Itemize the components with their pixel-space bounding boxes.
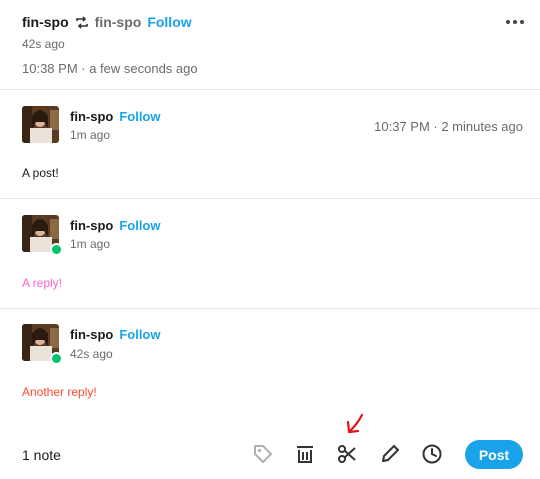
- avatar[interactable]: [22, 215, 63, 256]
- reblog-icon: [75, 15, 89, 29]
- trail-timestamp: 10:37 PM · 2 minutes ago: [374, 119, 523, 134]
- trail-text: Another reply!: [22, 385, 97, 399]
- annotation-arrow: [346, 413, 364, 434]
- trail-author-name[interactable]: fin-spo: [70, 109, 113, 124]
- trail-age: 1m ago: [70, 237, 111, 251]
- trail-author-line: fin-spo Follow: [70, 327, 161, 342]
- divider: [0, 308, 540, 309]
- post-toolbar: [0, 440, 540, 470]
- trail-age: 42s ago: [70, 347, 113, 361]
- post-card: fin-spo fin-spo Follow 42s ago 10:38 PM …: [0, 0, 540, 479]
- follow-button[interactable]: Follow: [119, 109, 160, 124]
- divider: [0, 89, 540, 90]
- reblogged-from-name[interactable]: fin-spo: [95, 14, 142, 30]
- trail-author-line: fin-spo Follow: [70, 218, 161, 233]
- follow-button[interactable]: Follow: [147, 14, 191, 30]
- delete-icon[interactable]: [291, 440, 319, 468]
- trail-author-line: fin-spo Follow: [70, 109, 161, 124]
- trail-text: A post!: [22, 166, 59, 180]
- tag-icon[interactable]: [249, 440, 277, 468]
- avatar[interactable]: [22, 106, 59, 143]
- trail-age: 1m ago: [70, 128, 111, 142]
- avatar[interactable]: [22, 324, 63, 365]
- reblog-badge-icon: [50, 243, 63, 256]
- scissors-icon[interactable]: [333, 440, 361, 468]
- post-header: fin-spo fin-spo Follow: [22, 14, 192, 30]
- trail-author-name[interactable]: fin-spo: [70, 218, 113, 233]
- more-options-icon[interactable]: [506, 20, 524, 24]
- follow-button[interactable]: Follow: [119, 218, 160, 233]
- post-timestamp: 10:38 PM · a few seconds ago: [22, 61, 198, 76]
- edit-icon[interactable]: [376, 440, 404, 468]
- post-button[interactable]: Post: [465, 440, 523, 469]
- trail-author-name[interactable]: fin-spo: [70, 327, 113, 342]
- clock-icon[interactable]: [418, 440, 446, 468]
- post-age: 42s ago: [22, 37, 65, 51]
- divider: [0, 198, 540, 199]
- follow-button[interactable]: Follow: [119, 327, 160, 342]
- reblog-badge-icon: [50, 352, 63, 365]
- author-name[interactable]: fin-spo: [22, 14, 69, 30]
- trail-text: A reply!: [22, 276, 63, 290]
